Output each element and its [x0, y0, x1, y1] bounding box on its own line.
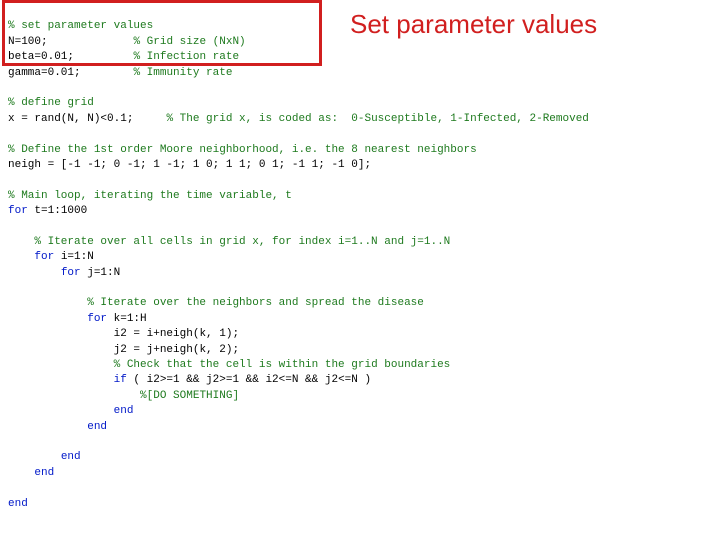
- comment-main: % Main loop, iterating the time variable…: [8, 190, 292, 202]
- kw-for-i: for: [34, 251, 54, 263]
- comment-defgrid: % define grid: [8, 97, 94, 109]
- pad: [48, 36, 134, 48]
- line-forj: j=1:N: [81, 267, 121, 279]
- kw-end-if: end: [114, 405, 134, 417]
- indent: [8, 267, 61, 279]
- indent: [8, 467, 34, 479]
- comment-gamma: % Immunity rate: [133, 67, 232, 79]
- comment-moore: % Define the 1st order Moore neighborhoo…: [8, 144, 477, 156]
- line-i2: i2 = i+neigh(k, 1);: [114, 328, 239, 340]
- line-gamma: gamma=0.01;: [8, 67, 81, 79]
- comment-x: % The grid x, is coded as: 0-Susceptible…: [166, 113, 588, 125]
- kw-for-j: for: [61, 267, 81, 279]
- comment-N: % Grid size (NxN): [133, 36, 245, 48]
- line-neigh: neigh = [-1 -1; 0 -1; 1 -1; 1 0; 1 1; 0 …: [8, 159, 371, 171]
- indent: [114, 390, 140, 402]
- comment-beta: % Infection rate: [133, 51, 239, 63]
- kw-end-i: end: [34, 467, 54, 479]
- indent: [8, 451, 61, 463]
- comment-setparams: % set parameter values: [8, 20, 153, 32]
- kw-end-t: end: [8, 498, 28, 510]
- comment-bounds: % Check that the cell is within the grid…: [114, 359, 451, 371]
- line-fork: k=1:H: [107, 313, 147, 325]
- indent: [8, 251, 34, 263]
- kw-for-t: for: [8, 205, 28, 217]
- kw-end-j: end: [61, 451, 81, 463]
- comment-do: %[DO SOMETHING]: [140, 390, 239, 402]
- indent: [8, 313, 87, 325]
- comment-iterij: % Iterate over all cells in grid x, for …: [34, 236, 450, 248]
- comment-iterneigh: % Iterate over the neighbors and spread …: [87, 297, 424, 309]
- indent: [8, 236, 34, 248]
- kw-for-k: for: [87, 313, 107, 325]
- slide-canvas: Set parameter values % set parameter val…: [0, 0, 720, 540]
- indent: [8, 374, 114, 386]
- line-if: ( i2>=1 && j2>=1 && i2<=N && j2<=N ): [127, 374, 371, 386]
- indent: [8, 421, 87, 433]
- line-j2: j2 = j+neigh(k, 2);: [114, 344, 239, 356]
- line-x: x = rand(N, N)<0.1;: [8, 113, 133, 125]
- kw-if: if: [114, 374, 127, 386]
- code-block: % set parameter values N=100; % Grid siz…: [8, 4, 589, 527]
- indent: [8, 297, 87, 309]
- line-N: N=100;: [8, 36, 48, 48]
- pad: [133, 113, 166, 125]
- indent: [8, 405, 114, 417]
- line-fori: i=1:N: [54, 251, 94, 263]
- kw-end-k: end: [87, 421, 107, 433]
- pad: [74, 51, 133, 63]
- indent: [8, 344, 114, 356]
- indent: [8, 359, 114, 371]
- line-fort: t=1:1000: [28, 205, 87, 217]
- line-beta: beta=0.01;: [8, 51, 74, 63]
- pad: [81, 67, 134, 79]
- indent: [8, 328, 114, 340]
- indent: [8, 390, 114, 402]
